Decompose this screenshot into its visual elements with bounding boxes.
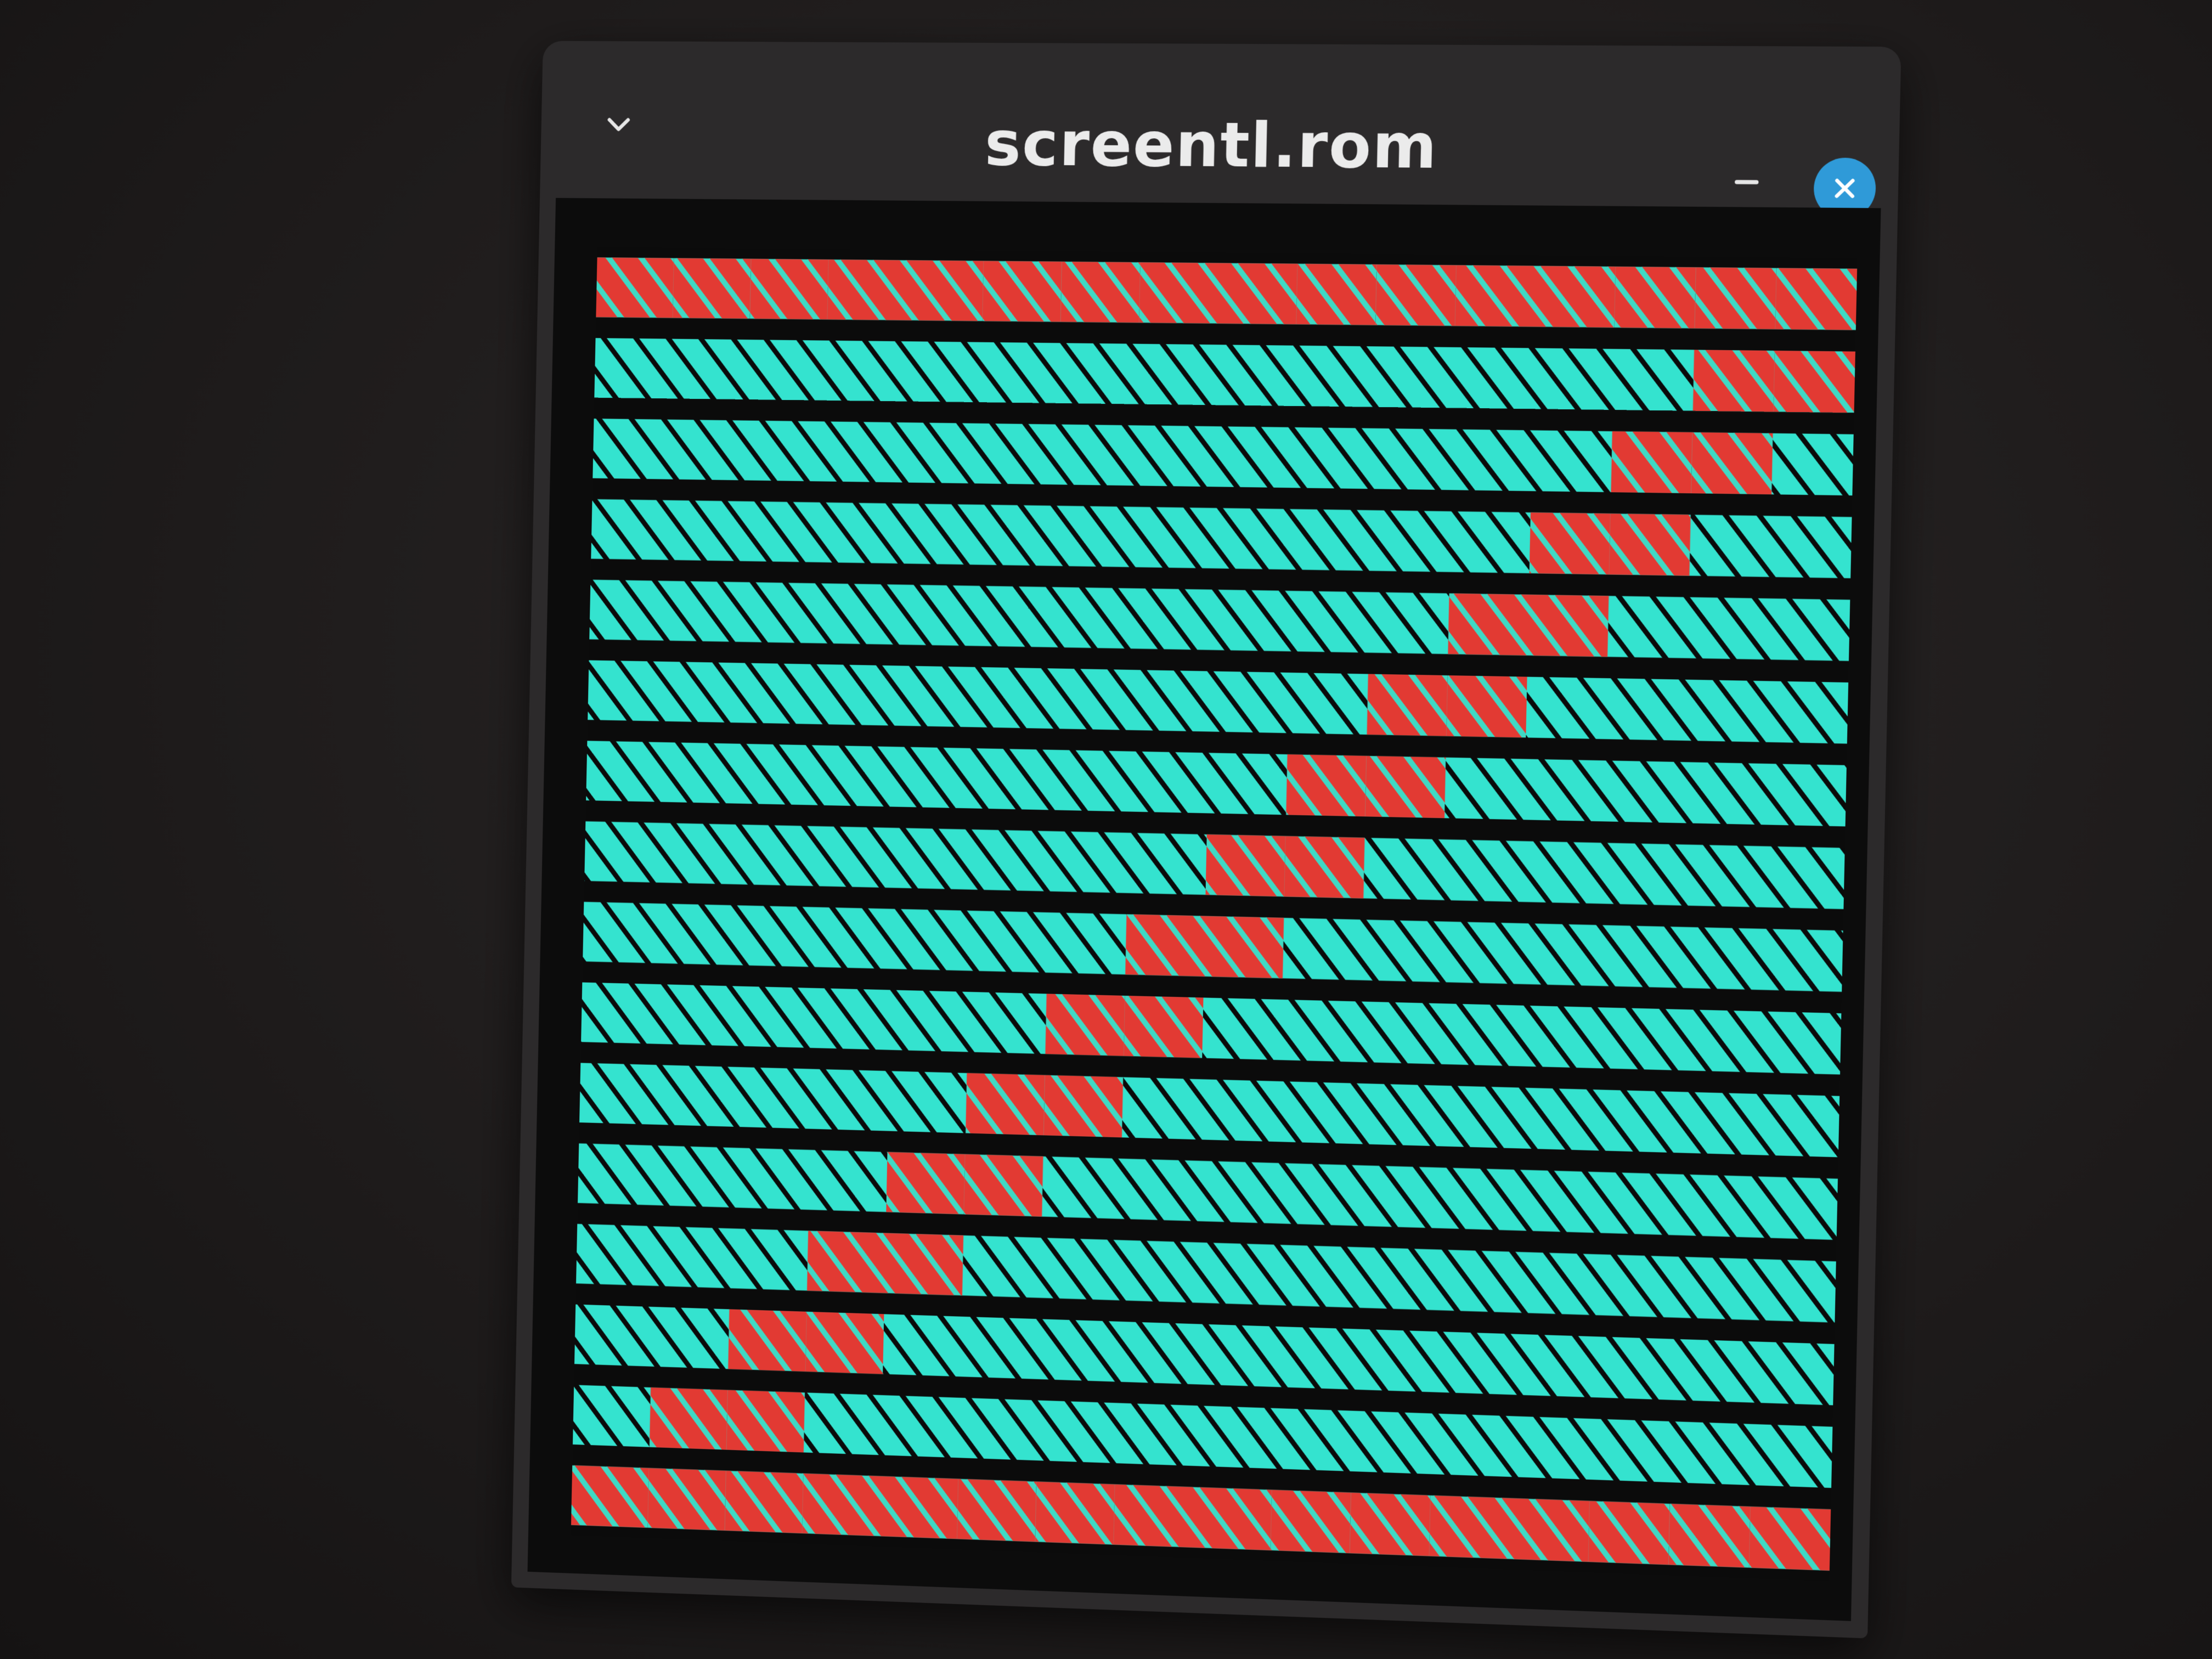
minimize-button[interactable] <box>1721 157 1773 207</box>
minimize-icon <box>1730 165 1764 199</box>
highlight-tile <box>728 1309 807 1372</box>
highlight-tile <box>1286 754 1367 817</box>
highlight-tile <box>886 1152 966 1215</box>
highlight-tile <box>1043 1075 1124 1138</box>
highlight-tile <box>1748 1506 1831 1571</box>
highlight-tile <box>1375 264 1457 326</box>
highlight-tile <box>1350 1492 1431 1556</box>
highlight-tile <box>1448 593 1529 656</box>
highlight-tile <box>1192 1487 1272 1550</box>
highlight-tile <box>879 1476 958 1539</box>
highlight-tile <box>1588 1500 1670 1565</box>
highlight-tile <box>1611 431 1692 494</box>
highlight-tile <box>1138 262 1219 324</box>
highlight-tile <box>1204 916 1284 979</box>
highlight-tile <box>596 257 674 318</box>
highlight-tile <box>673 258 752 319</box>
highlight-tile <box>1367 674 1448 736</box>
emulator-window: screentl.rom <box>511 41 1901 1639</box>
highlight-tile <box>1694 267 1776 330</box>
highlight-tile <box>1125 914 1205 977</box>
highlight-tile <box>1296 263 1377 325</box>
highlight-tile <box>1534 266 1616 328</box>
highlight-tile <box>1365 755 1446 819</box>
highlight-tile <box>1614 266 1696 329</box>
close-icon <box>1829 173 1861 204</box>
highlight-tile <box>1775 268 1858 330</box>
highlight-tile <box>806 1231 886 1293</box>
rom-screen <box>571 247 1858 1582</box>
highlight-tile <box>726 1390 805 1453</box>
highlight-tile <box>1446 675 1527 738</box>
highlight-tile <box>957 1479 1037 1542</box>
highlight-tile <box>982 261 1062 322</box>
highlight-tile <box>1508 1498 1590 1562</box>
highlight-tile <box>1454 265 1536 327</box>
title-bar[interactable]: screentl.rom <box>540 41 1901 219</box>
highlight-tile <box>884 1233 964 1296</box>
highlight-tile <box>905 260 984 321</box>
highlight-tile <box>1668 1504 1751 1568</box>
highlight-tile <box>1692 349 1775 412</box>
highlight-tile <box>827 259 906 320</box>
highlight-tile <box>1205 834 1286 897</box>
highlight-tile <box>725 1470 804 1533</box>
highlight-tile <box>1429 1495 1510 1559</box>
highlight-tile <box>1691 432 1773 495</box>
highlight-tile <box>1609 514 1691 576</box>
highlight-tile <box>1124 995 1204 1058</box>
highlight-tile <box>1045 994 1125 1056</box>
rom-display-area <box>527 198 1881 1621</box>
highlight-tile <box>647 1468 726 1531</box>
tile-grid <box>571 247 1858 1582</box>
highlight-tile <box>1271 1489 1351 1554</box>
window-title: screentl.rom <box>984 108 1439 183</box>
highlight-tile <box>1060 261 1141 323</box>
desktop-background: screentl.rom <box>0 0 2212 1659</box>
highlight-tile <box>749 258 828 320</box>
highlight-tile <box>1217 263 1298 325</box>
highlight-tile <box>963 1154 1043 1217</box>
highlight-tile <box>1035 1481 1115 1545</box>
highlight-tile <box>1113 1484 1193 1548</box>
highlight-tile <box>1529 512 1611 575</box>
highlight-tile <box>571 1465 650 1528</box>
highlight-tile <box>1773 351 1855 413</box>
highlight-tile <box>966 1073 1045 1136</box>
highlight-tile <box>805 1311 884 1374</box>
highlight-tile <box>1527 594 1609 657</box>
highlight-tile <box>1284 836 1365 899</box>
highlight-tile <box>802 1473 881 1537</box>
highlight-tile <box>649 1387 728 1450</box>
